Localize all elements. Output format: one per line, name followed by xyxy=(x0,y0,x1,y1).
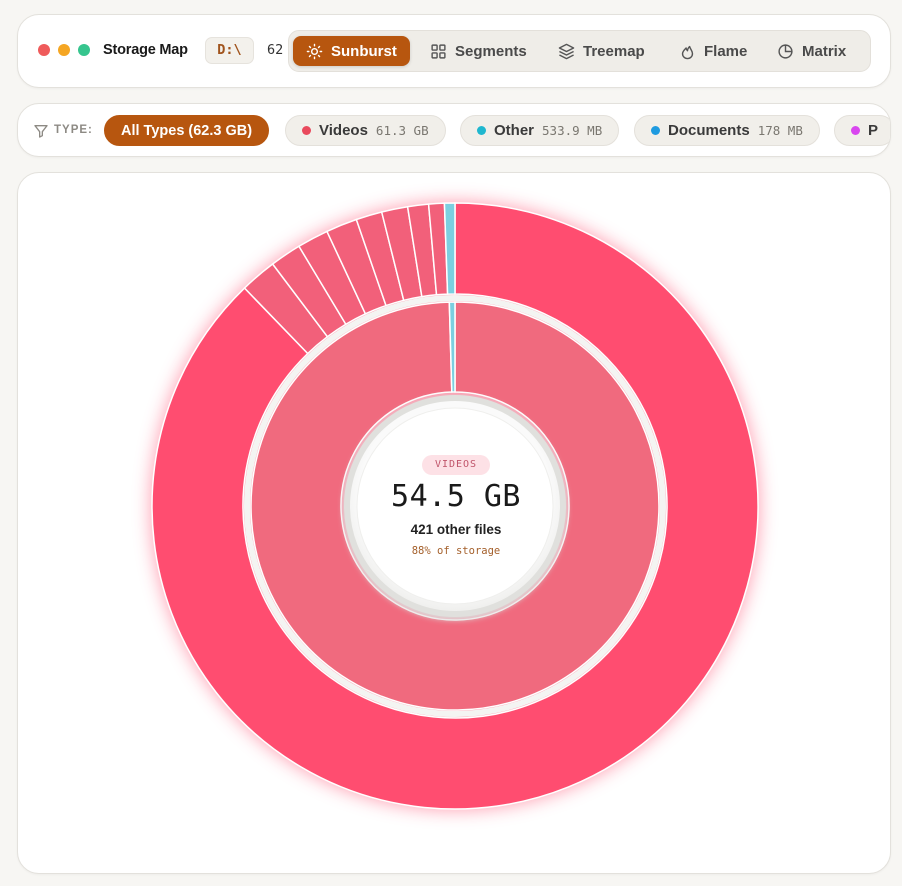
view-segments-button[interactable]: Segments xyxy=(417,36,540,66)
flame-icon xyxy=(681,45,694,59)
view-label: Sunburst xyxy=(331,42,397,60)
view-label: Treemap xyxy=(583,42,645,60)
minimize-window-dot[interactable] xyxy=(58,44,70,56)
chip-name: Videos xyxy=(319,122,368,139)
chip-name: P xyxy=(868,122,879,139)
filter-chip-all[interactable]: All Types (62.3 GB) xyxy=(104,115,270,146)
center-percent: 88% of storage xyxy=(411,545,501,557)
drive-badge[interactable]: D:\ xyxy=(205,37,254,64)
item-count: 62 xyxy=(267,42,284,58)
pie-icon xyxy=(778,43,793,59)
view-label: Matrix xyxy=(802,42,847,60)
center-file-count: 421 other files xyxy=(410,522,502,537)
chip-size: 61.3 GB xyxy=(375,123,429,138)
chip-size: 178 MB xyxy=(757,123,803,138)
filter-chip-p[interactable]: P xyxy=(834,115,890,146)
chip-size: 533.9 MB xyxy=(542,123,603,138)
grid-icon xyxy=(431,43,446,59)
view-label: Segments xyxy=(455,42,527,60)
maximize-window-dot[interactable] xyxy=(78,44,90,56)
filter-label: TYPE: xyxy=(54,124,93,136)
color-dot xyxy=(651,126,660,135)
chip-label: All Types (62.3 GB) xyxy=(121,122,253,139)
filter-icon xyxy=(34,125,48,138)
sun-icon xyxy=(306,43,323,59)
chip-name: Other xyxy=(494,122,535,139)
chip-name: Documents xyxy=(668,122,750,139)
sunburst-panel: VIDEOS 54.5 GB 421 other files 88% of st… xyxy=(17,172,891,874)
type-filter-bar: TYPE: All Types (62.3 GB) Videos 61.3 GB… xyxy=(17,103,891,157)
color-dot xyxy=(477,126,486,135)
color-dot xyxy=(302,126,311,135)
layers-icon xyxy=(558,43,575,59)
view-treemap-button[interactable]: Treemap xyxy=(545,36,658,66)
view-flame-button[interactable]: Flame xyxy=(666,36,760,66)
app-title: Storage Map xyxy=(103,42,188,58)
view-matrix-button[interactable]: Matrix xyxy=(764,36,859,66)
filter-chip-other[interactable]: Other 533.9 MB xyxy=(460,115,620,146)
center-category-badge: VIDEOS xyxy=(422,455,490,475)
view-sunburst-button[interactable]: Sunburst xyxy=(293,36,410,66)
center-size: 54.5 GB xyxy=(391,479,521,514)
filter-chip-documents[interactable]: Documents 178 MB xyxy=(634,115,820,146)
filter-chip-videos[interactable]: Videos 61.3 GB xyxy=(285,115,446,146)
color-dot xyxy=(851,126,860,135)
close-window-dot[interactable] xyxy=(38,44,50,56)
view-label: Flame xyxy=(704,42,748,60)
